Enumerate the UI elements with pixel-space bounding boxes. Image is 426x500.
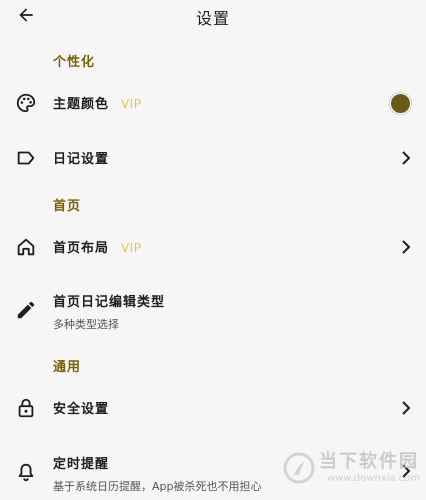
app-bar: 设置 (0, 0, 426, 32)
security-settings-row[interactable]: 安全设置 (0, 390, 426, 426)
watermark: 当下软件园 www.downxia.com (283, 442, 423, 494)
theme-color-label: 主题颜色 VIP (53, 93, 142, 112)
section-header-home: 首页 (53, 199, 82, 214)
theme-color-text: 主题颜色 (53, 97, 110, 112)
reminder-subtitle: 基于系统日历提醒，App被杀死也不用担心 (53, 480, 262, 493)
theme-color-swatch[interactable] (390, 93, 411, 114)
watermark-title: 当下软件园 (319, 451, 419, 472)
home-layout-text: 首页布局 (53, 241, 110, 256)
theme-color-row[interactable]: 主题颜色 VIP (0, 83, 426, 123)
home-diary-edit-type-label: 首页日记编辑类型 (53, 295, 166, 310)
home-diary-edit-type-row[interactable]: 首页日记编辑类型 多种类型选择 (0, 285, 426, 335)
vip-badge: VIP (121, 241, 142, 255)
diary-settings-row[interactable]: 日记设置 (0, 140, 426, 176)
lock-icon (14, 396, 38, 420)
chevron-right-icon (400, 151, 412, 165)
watermark-text: 当下软件园 www.downxia.com (319, 451, 420, 485)
label-tag-icon (14, 146, 38, 170)
reminder-label: 定时提醒 (53, 457, 110, 472)
home-layout-row[interactable]: 首页布局 VIP (0, 229, 426, 265)
page-title: 设置 (195, 9, 230, 28)
pencil-icon (14, 298, 38, 322)
section-header-general: 通用 (53, 360, 82, 375)
section-header-personalization: 个性化 (53, 55, 96, 70)
watermark-url: www.downxia.com (327, 473, 421, 484)
settings-screen: 设置 个性化 主题颜色 VIP 日记设置 首页 首页布局 VIP 首页日记编辑类… (0, 0, 426, 500)
chevron-right-icon (400, 240, 412, 254)
home-icon (14, 235, 38, 259)
security-settings-label: 安全设置 (53, 402, 110, 417)
chevron-right-icon (400, 401, 412, 415)
watermark-logo-icon (283, 452, 315, 484)
bell-icon (14, 460, 38, 484)
diary-settings-label: 日记设置 (53, 152, 110, 167)
home-layout-label: 首页布局 VIP (53, 237, 142, 256)
palette-icon (14, 91, 38, 115)
vip-badge: VIP (121, 97, 142, 111)
home-diary-edit-type-subtitle: 多种类型选择 (53, 318, 119, 331)
